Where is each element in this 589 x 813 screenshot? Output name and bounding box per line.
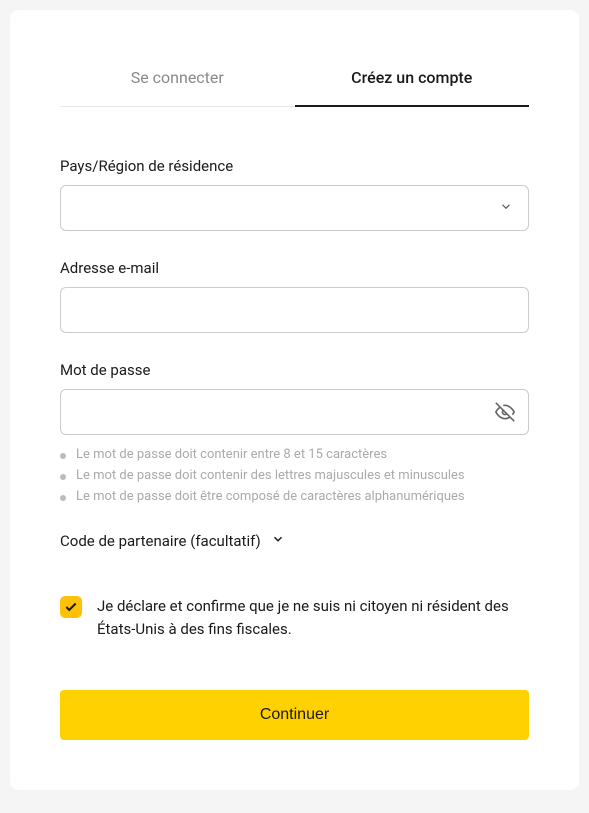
partner-code-label: Code de partenaire (facultatif)	[60, 532, 261, 550]
declaration-checkbox[interactable]	[60, 596, 82, 618]
hint-text: Le mot de passe doit être composé de car…	[76, 489, 465, 504]
password-group: Mot de passe Le mot de passe doit conten…	[60, 361, 529, 504]
hint-text: Le mot de passe doit contenir des lettre…	[76, 468, 465, 483]
password-input[interactable]	[60, 389, 529, 435]
email-group: Adresse e-mail	[60, 259, 529, 333]
password-hint: Le mot de passe doit contenir des lettre…	[60, 468, 529, 483]
bullet-icon	[60, 495, 66, 501]
auth-tabs: Se connecter Créez un compte	[60, 50, 529, 107]
chevron-down-icon	[271, 532, 285, 550]
password-hint: Le mot de passe doit être composé de car…	[60, 489, 529, 504]
email-label: Adresse e-mail	[60, 259, 529, 277]
partner-code-toggle[interactable]: Code de partenaire (facultatif)	[60, 532, 529, 550]
tab-login[interactable]: Se connecter	[60, 50, 295, 107]
eye-off-icon[interactable]	[495, 402, 515, 422]
tab-signup[interactable]: Créez un compte	[295, 50, 530, 107]
check-icon	[64, 600, 78, 614]
email-input[interactable]	[60, 287, 529, 333]
declaration-text: Je déclare et confirme que je ne suis ni…	[97, 595, 529, 640]
country-select-wrapper	[60, 185, 529, 231]
password-hints: Le mot de passe doit contenir entre 8 et…	[60, 447, 529, 504]
bullet-icon	[60, 474, 66, 480]
country-group: Pays/Région de résidence	[60, 157, 529, 231]
signup-card: Se connecter Créez un compte Pays/Région…	[10, 10, 579, 790]
country-label: Pays/Région de résidence	[60, 157, 529, 175]
password-label: Mot de passe	[60, 361, 529, 379]
declaration-row: Je déclare et confirme que je ne suis ni…	[60, 595, 529, 640]
hint-text: Le mot de passe doit contenir entre 8 et…	[76, 447, 387, 462]
password-hint: Le mot de passe doit contenir entre 8 et…	[60, 447, 529, 462]
bullet-icon	[60, 453, 66, 459]
password-wrapper	[60, 389, 529, 435]
country-select[interactable]	[60, 185, 529, 231]
continue-button[interactable]: Continuer	[60, 690, 529, 740]
